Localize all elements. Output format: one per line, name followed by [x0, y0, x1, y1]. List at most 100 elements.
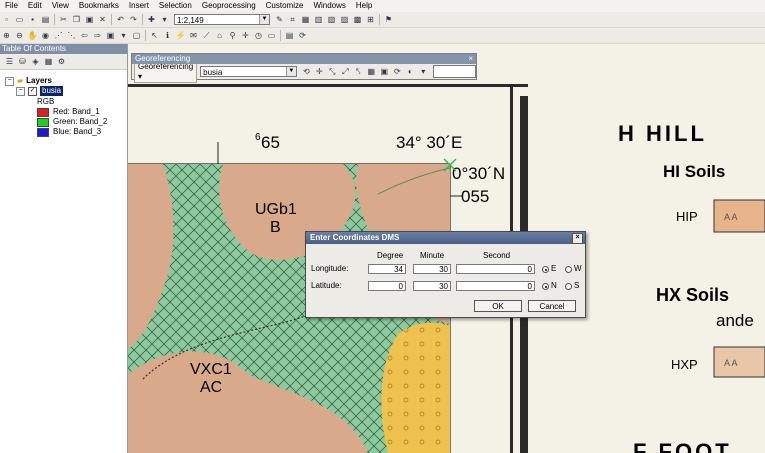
list-by-selection-icon[interactable]: ▦: [43, 56, 54, 67]
north-radio[interactable]: [542, 283, 549, 290]
refresh-icon[interactable]: ⟳: [297, 30, 308, 41]
zoom-in-icon[interactable]: ⊕: [1, 30, 12, 41]
back-extent-icon[interactable]: ⇦: [79, 30, 90, 41]
fixed-zoom-in-icon[interactable]: ⋰: [53, 30, 64, 41]
east-label: E: [551, 264, 557, 273]
fixed-zoom-out-icon[interactable]: ⋱: [66, 30, 77, 41]
dropdown-arrow-icon[interactable]: ▾: [159, 14, 170, 25]
map-scale-combo[interactable]: 1:2,149 ▼: [174, 14, 270, 25]
zoom-out-icon[interactable]: ⊖: [14, 30, 25, 41]
menu-file[interactable]: File: [0, 0, 23, 12]
clear-selection-icon[interactable]: ▢: [131, 30, 142, 41]
layer-busia[interactable]: − ✓ busia: [16, 86, 64, 96]
longitude-minute-input[interactable]: 30: [413, 264, 451, 274]
menu-geoprocessing[interactable]: Geoprocessing: [197, 0, 261, 12]
menu-customize[interactable]: Customize: [261, 0, 309, 12]
layer-visibility-checkbox[interactable]: ✓: [28, 86, 37, 96]
latitude-second-input[interactable]: 0: [456, 281, 535, 291]
viewer-icon[interactable]: ▣: [379, 66, 390, 77]
collapse-icon[interactable]: −: [16, 86, 25, 96]
add-data-icon[interactable]: ✚: [146, 14, 157, 25]
close-icon[interactable]: ×: [572, 233, 583, 244]
menu-bookmarks[interactable]: Bookmarks: [74, 0, 124, 12]
latitude-minute-input[interactable]: 30: [413, 281, 451, 291]
table-window-icon[interactable]: ▦: [300, 14, 311, 25]
hyperlink-icon[interactable]: ⚡: [175, 30, 186, 41]
georeferencing-title-bar[interactable]: Georeferencing ×: [132, 54, 476, 64]
identify-icon[interactable]: ℹ: [162, 30, 173, 41]
layout-icon[interactable]: ▤: [284, 30, 295, 41]
transparency-icon[interactable]: ◐: [405, 66, 416, 77]
time-slider-icon[interactable]: ◷: [253, 30, 264, 41]
arctoolbox-icon[interactable]: ▨: [339, 14, 350, 25]
new-document-icon[interactable]: ▫: [1, 14, 12, 25]
latitude-degree-input[interactable]: 0: [368, 281, 406, 291]
layers-group[interactable]: − ▰ Layers: [5, 76, 52, 86]
list-by-source-icon[interactable]: ⛁: [17, 56, 28, 67]
dialog-title-bar[interactable]: Enter Coordinates DMS ×: [306, 232, 585, 244]
create-viewer-icon[interactable]: ▭: [266, 30, 277, 41]
go-to-xy-icon[interactable]: ✛: [240, 30, 251, 41]
forward-extent-icon[interactable]: ⇨: [92, 30, 103, 41]
pan-icon[interactable]: ✋: [27, 30, 38, 41]
chevron-down-icon[interactable]: ▼: [259, 15, 269, 24]
delete-icon[interactable]: ✕: [97, 14, 108, 25]
ok-button[interactable]: OK: [474, 300, 522, 312]
rotate-icon[interactable]: ⟲: [301, 66, 312, 77]
model-builder-icon[interactable]: ⊞: [365, 14, 376, 25]
longitude-degree-input[interactable]: 34: [368, 264, 406, 274]
help-icon[interactable]: ⚑: [383, 14, 394, 25]
menu-edit[interactable]: Edit: [23, 0, 47, 12]
west-radio[interactable]: [565, 266, 572, 273]
east-radio[interactable]: [542, 266, 549, 273]
menu-selection[interactable]: Selection: [154, 0, 197, 12]
delete-link-icon[interactable]: ⤣: [353, 66, 364, 77]
dropdown-arrow-icon[interactable]: ▾: [418, 66, 429, 77]
south-radio[interactable]: [565, 283, 572, 290]
dropdown-arrow-icon[interactable]: ▾: [118, 30, 129, 41]
redo-icon[interactable]: ↷: [128, 14, 139, 25]
find-route-icon[interactable]: ⌂: [214, 30, 225, 41]
collapse-icon[interactable]: −: [5, 76, 14, 86]
list-by-drawing-order-icon[interactable]: ☰: [4, 56, 15, 67]
menu-view[interactable]: View: [47, 0, 74, 12]
menu-help[interactable]: Help: [351, 0, 377, 12]
list-by-visibility-icon[interactable]: ◈: [30, 56, 41, 67]
add-control-points-icon[interactable]: ✛: [314, 66, 325, 77]
select-link-icon[interactable]: ⤡: [327, 66, 338, 77]
html-popup-icon[interactable]: ✉: [188, 30, 199, 41]
map-frame-top: [128, 84, 528, 87]
menu-windows[interactable]: Windows: [308, 0, 350, 12]
separator: [280, 30, 281, 41]
longitude-label: Longitude:: [311, 264, 349, 273]
georef-input[interactable]: [432, 65, 476, 78]
menu-insert[interactable]: Insert: [124, 0, 154, 12]
search-window-icon[interactable]: ▧: [326, 14, 337, 25]
cancel-button[interactable]: Cancel: [528, 300, 576, 312]
close-icon[interactable]: ×: [468, 54, 473, 64]
chevron-down-icon[interactable]: ▼: [285, 67, 296, 76]
catalog-icon[interactable]: ▥: [313, 14, 324, 25]
select-features-icon[interactable]: ▣: [105, 30, 116, 41]
select-elements-icon[interactable]: ↖: [149, 30, 160, 41]
link-table-icon[interactable]: ▦: [366, 66, 377, 77]
zoom-to-link-icon[interactable]: ⤢: [340, 66, 351, 77]
undo-icon[interactable]: ↶: [115, 14, 126, 25]
editor-toolbar-icon[interactable]: ✎: [274, 14, 285, 25]
measure-icon[interactable]: ⌗: [287, 14, 298, 25]
auto-adjust-icon[interactable]: ⟳: [392, 66, 403, 77]
cut-icon[interactable]: ✂: [58, 14, 69, 25]
find-icon[interactable]: ⚲: [227, 30, 238, 41]
options-icon[interactable]: ⚙: [56, 56, 67, 67]
open-folder-icon[interactable]: ▭: [14, 14, 25, 25]
georef-layer-combo[interactable]: busia ▼: [200, 66, 297, 77]
longitude-second-input[interactable]: 0: [456, 264, 535, 274]
print-icon[interactable]: ▤: [40, 14, 51, 25]
paste-icon[interactable]: ▣: [84, 14, 95, 25]
copy-icon[interactable]: ❐: [71, 14, 82, 25]
python-window-icon[interactable]: ▩: [352, 14, 363, 25]
separator: [111, 14, 112, 25]
full-extent-icon[interactable]: ◉: [40, 30, 51, 41]
save-icon[interactable]: ▪: [27, 14, 38, 25]
measure-tool-icon[interactable]: ⟋: [201, 30, 212, 41]
